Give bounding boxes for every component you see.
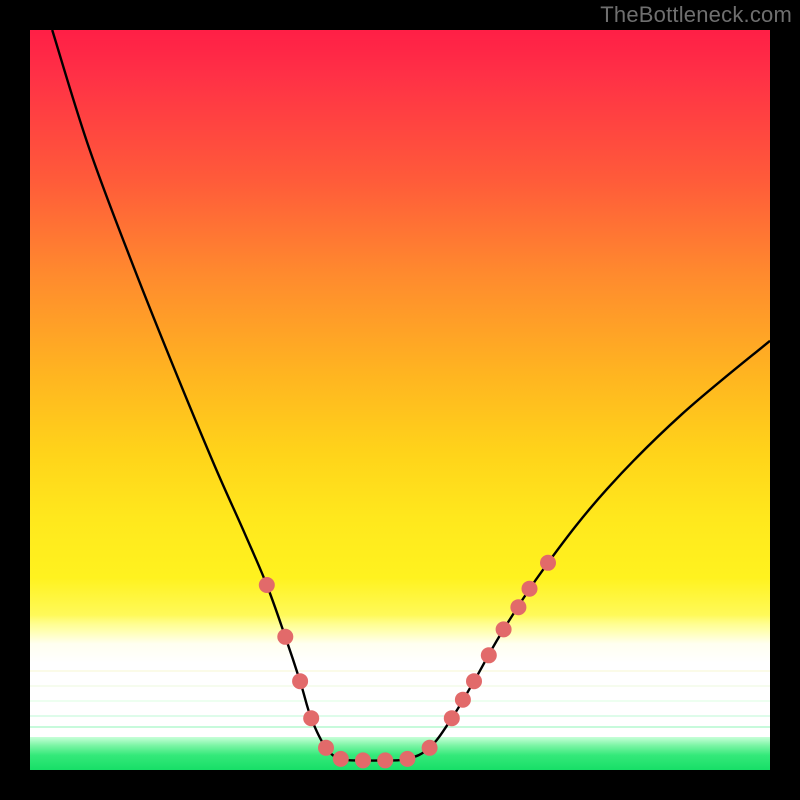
- curve-dot: [444, 710, 460, 726]
- curve-dot: [259, 577, 275, 593]
- curve-dot: [399, 751, 415, 767]
- watermark-text: TheBottleneck.com: [600, 2, 792, 28]
- curve-dot: [466, 673, 482, 689]
- curve-dot: [510, 599, 526, 615]
- curve-dot: [318, 740, 334, 756]
- curve-dot: [292, 673, 308, 689]
- bottleneck-curve: [52, 30, 770, 761]
- curve-dot: [481, 647, 497, 663]
- curve-dot: [496, 621, 512, 637]
- curve-dot: [303, 710, 319, 726]
- curve-dot: [277, 629, 293, 645]
- chart-frame: TheBottleneck.com: [0, 0, 800, 800]
- curve-dots-group: [259, 555, 556, 769]
- curve-dot: [377, 752, 393, 768]
- curve-dot: [522, 581, 538, 597]
- curve-dot: [455, 692, 471, 708]
- curve-dot: [333, 751, 349, 767]
- curve-dot: [422, 740, 438, 756]
- plot-area: [30, 30, 770, 770]
- curve-dot: [540, 555, 556, 571]
- curve-dot: [355, 752, 371, 768]
- curve-layer: [30, 30, 770, 770]
